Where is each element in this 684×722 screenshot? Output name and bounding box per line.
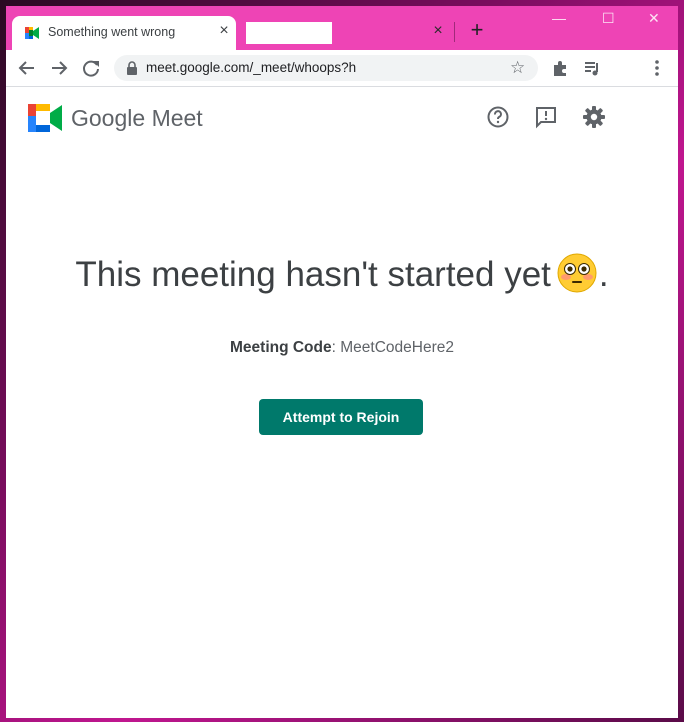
- tab-something-went-wrong[interactable]: Something went wrong ×: [12, 16, 236, 50]
- meet-page: Google Meet This meeting hasn't started …: [6, 87, 678, 718]
- media-control-icon[interactable]: [581, 57, 603, 79]
- extensions-puzzle-icon[interactable]: [549, 57, 571, 79]
- close-tab-icon[interactable]: ×: [215, 22, 233, 40]
- headline-period: .: [598, 255, 609, 294]
- brand-google: Google: [71, 105, 146, 131]
- meeting-code-value: MeetCodeHere2: [340, 339, 454, 356]
- google-meet-wordmark[interactable]: Google Meet: [71, 105, 203, 132]
- feedback-icon[interactable]: [534, 105, 558, 129]
- attempt-rejoin-button[interactable]: Attempt to Rejoin: [259, 399, 423, 435]
- lock-icon[interactable]: [126, 61, 138, 75]
- settings-icon[interactable]: [582, 105, 606, 129]
- close-tab-icon[interactable]: ×: [429, 22, 447, 40]
- new-tab-button[interactable]: +: [466, 19, 488, 41]
- forward-arrow-icon[interactable]: [48, 57, 70, 79]
- reload-icon[interactable]: [80, 57, 102, 79]
- help-icon[interactable]: [486, 105, 510, 129]
- browser-toolbar: meet.google.com/_meet/whoops?h ☆: [6, 50, 678, 87]
- meeting-code-label: Meeting Code: [230, 339, 332, 356]
- google-meet-favicon: [25, 27, 39, 39]
- tab-divider: [454, 22, 455, 42]
- tab-blank[interactable]: [246, 22, 332, 44]
- meeting-code-line: Meeting Code: MeetCodeHere2: [6, 339, 678, 357]
- brand-product: Meet: [151, 105, 203, 131]
- back-arrow-icon[interactable]: [16, 57, 38, 79]
- url-text[interactable]: meet.google.com/_meet/whoops?h: [146, 60, 491, 75]
- page-headline: This meeting hasn't started yet .: [6, 253, 678, 295]
- bookmark-star-icon[interactable]: ☆: [510, 58, 525, 78]
- tab-title: Something went wrong: [48, 25, 176, 39]
- browser-menu-icon[interactable]: [646, 57, 668, 79]
- maximize-icon[interactable]: ☐: [602, 10, 615, 27]
- tab-strip: Something went wrong × × + — ☐ ✕: [6, 6, 678, 50]
- address-bar[interactable]: meet.google.com/_meet/whoops?h ☆: [114, 55, 538, 81]
- headline-text: This meeting hasn't started yet: [75, 255, 551, 294]
- minimize-icon[interactable]: —: [552, 10, 566, 26]
- close-window-icon[interactable]: ✕: [648, 10, 660, 27]
- meeting-code-separator: :: [331, 339, 341, 356]
- google-meet-logo-icon[interactable]: [28, 104, 62, 132]
- flushed-face-emoji-icon: [557, 253, 597, 293]
- browser-window: Something went wrong × × + — ☐ ✕ meet.go…: [6, 6, 678, 718]
